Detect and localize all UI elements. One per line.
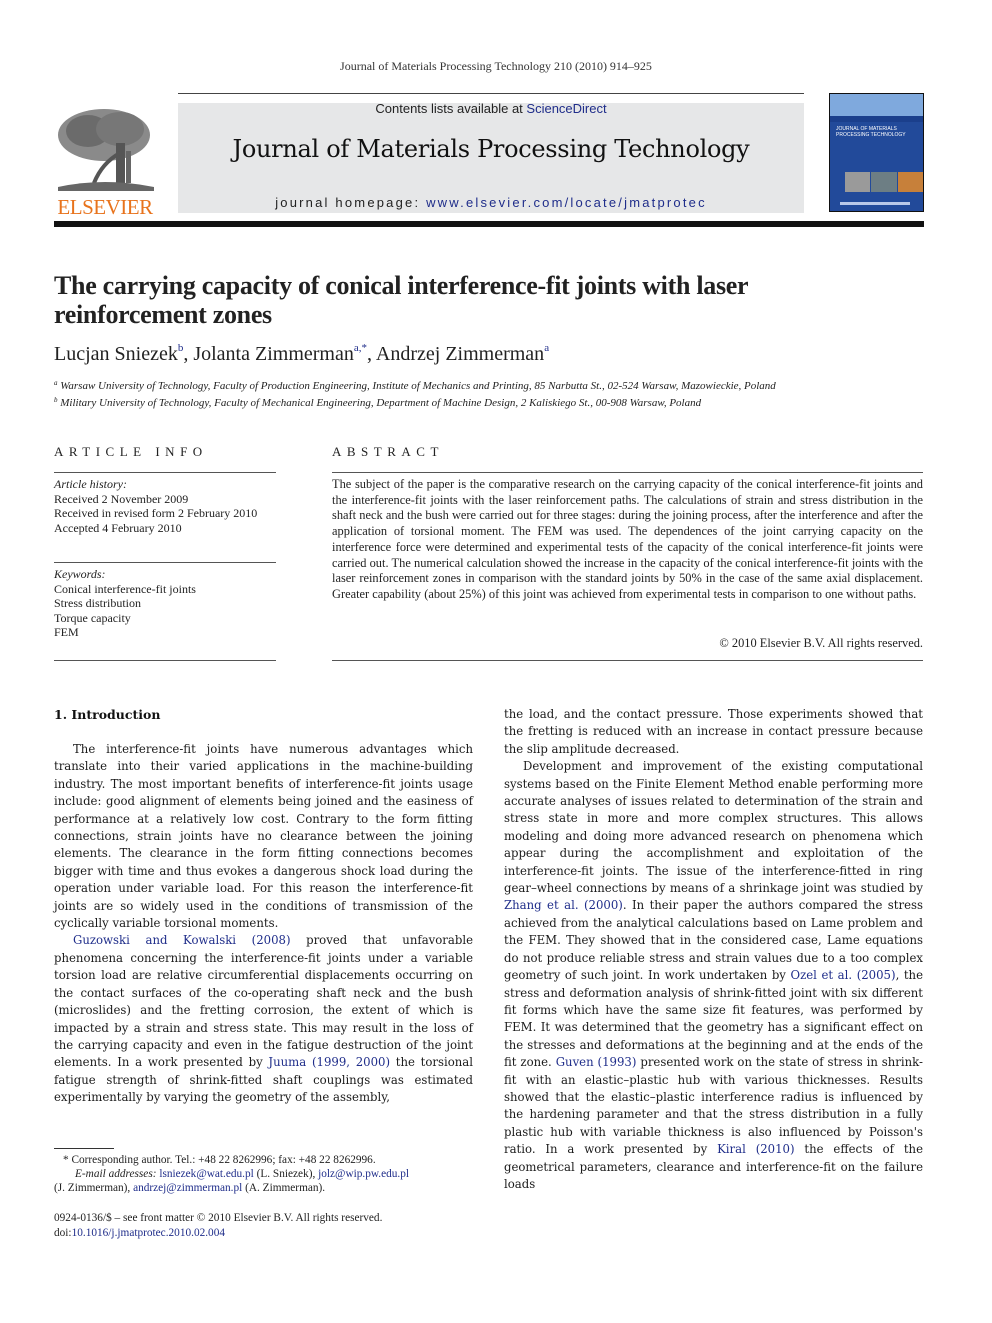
- history-item: Accepted 4 February 2010: [54, 520, 182, 535]
- cover-images: [845, 172, 923, 192]
- affiliation-text: Military University of Technology, Facul…: [60, 397, 702, 409]
- author-name: Jolanta Zimmerman: [193, 343, 354, 365]
- affiliation: a Warsaw University of Technology, Facul…: [54, 376, 776, 393]
- cover-title: JOURNAL OF MATERIALS PROCESSING TECHNOLO…: [830, 122, 923, 142]
- author-name: Lucjan Sniezek: [54, 343, 178, 365]
- abstract-text: The subject of the paper is the comparat…: [332, 477, 923, 601]
- homepage-prefix: journal homepage:: [275, 195, 427, 210]
- issn-line: 0924-0136/$ – see front matter © 2010 El…: [54, 1212, 383, 1224]
- author-list: Lucjan Sniezekb, Jolanta Zimmermana,*, A…: [54, 342, 550, 365]
- elsevier-logo[interactable]: ELSEVIER: [54, 103, 156, 219]
- history-item: Received in revised form 2 February 2010: [54, 506, 258, 520]
- paragraph: Development and improvement of the exist…: [504, 758, 923, 1193]
- section-heading-introduction: 1. Introduction: [54, 707, 161, 722]
- cover-header-band: [830, 94, 923, 116]
- email-owner: (L. Sniezek),: [253, 1168, 319, 1181]
- front-matter: 0924-0136/$ – see front matter © 2010 El…: [54, 1211, 382, 1241]
- paragraph-text: proved that unfavorable phenomena concer…: [54, 933, 473, 1070]
- homepage-line: journal homepage: www.elsevier.com/locat…: [178, 195, 804, 210]
- divider: [54, 562, 276, 563]
- journal-homepage-link[interactable]: www.elsevier.com/locate/jmatprotec: [426, 195, 707, 210]
- affiliation-mark: b: [54, 396, 58, 404]
- affiliations: a Warsaw University of Technology, Facul…: [54, 376, 776, 410]
- email-owner: (A. Zimmerman).: [242, 1182, 326, 1195]
- journal-name: Journal of Materials Processing Technolo…: [232, 135, 750, 163]
- abstract-heading: ABSTRACT: [332, 444, 444, 459]
- paragraph-text: , the stress and deformation analysis of…: [504, 968, 924, 1070]
- journal-cover-thumbnail[interactable]: JOURNAL OF MATERIALS PROCESSING TECHNOLO…: [829, 93, 924, 212]
- affiliation-marker[interactable]: a: [544, 342, 549, 354]
- masthead-thick-rule: [54, 221, 924, 227]
- keywords-label: Keywords:: [54, 567, 106, 581]
- keywords: Keywords: Conical interference-fit joint…: [54, 567, 196, 640]
- keyword: Conical interference-fit joints: [54, 581, 196, 596]
- doi-line: doi:10.1016/j.jmatprotec.2010.02.004: [54, 1226, 382, 1241]
- citation-link[interactable]: Juuma (1999, 2000): [268, 1055, 390, 1069]
- citation-link[interactable]: Guzowski and Kowalski (2008): [73, 933, 291, 947]
- email-link[interactable]: andrzej@zimmerman.pl: [133, 1182, 242, 1194]
- article-title: The carrying capacity of conical interfe…: [54, 271, 748, 329]
- email-line: E-mail addresses: lsniezek@wat.edu.pl (L…: [54, 1167, 474, 1181]
- keyword: Stress distribution: [54, 596, 142, 610]
- cover-footer: [840, 202, 910, 205]
- elsevier-tree-icon: [58, 109, 154, 191]
- keyword: Torque capacity: [54, 610, 131, 625]
- affiliation-text: Warsaw University of Technology, Faculty…: [60, 380, 776, 392]
- body-column-left: The interference-fit joints have numerou…: [54, 741, 473, 1107]
- footnote-rule: [54, 1148, 114, 1149]
- masthead-rule: [178, 93, 804, 94]
- divider: [54, 660, 276, 661]
- body-column-right: the load, and the contact pressure. Thos…: [504, 706, 923, 1193]
- doi-link[interactable]: 10.1016/j.jmatprotec.2010.02.004: [72, 1227, 225, 1239]
- paragraph-text: Development and improvement of the exist…: [504, 759, 923, 896]
- divider: [332, 660, 923, 661]
- affiliation-marker[interactable]: a,*: [354, 342, 367, 354]
- keyword: FEM: [54, 625, 79, 639]
- email-link[interactable]: jolz@wip.pw.edu.pl: [318, 1168, 409, 1180]
- email-owner: (J. Zimmerman),: [54, 1182, 134, 1195]
- paragraph-text: presented work on the state of stress in…: [504, 1055, 923, 1157]
- paragraph: the load, and the contact pressure. Thos…: [504, 707, 923, 756]
- article-history: Article history: Received 2 November 200…: [54, 477, 257, 535]
- running-head: Journal of Materials Processing Technolo…: [340, 59, 652, 73]
- elsevier-wordmark: ELSEVIER: [57, 195, 153, 219]
- paragraph: Guzowski and Kowalski (2008) proved that…: [54, 932, 473, 1106]
- contents-prefix: Contents lists available at: [375, 101, 527, 116]
- email-label: E-mail addresses:: [75, 1168, 157, 1181]
- affiliation-marker[interactable]: b: [178, 342, 184, 354]
- affiliation: b Military University of Technology, Fac…: [54, 393, 776, 410]
- citation-link[interactable]: Guven (1993): [556, 1055, 637, 1069]
- author-name: Andrzej Zimmerman: [375, 343, 545, 365]
- doi-prefix: doi:: [54, 1226, 72, 1239]
- abstract-copyright: © 2010 Elsevier B.V. All rights reserved…: [719, 636, 923, 650]
- email-line: (J. Zimmerman), andrzej@zimmerman.pl (A.…: [54, 1181, 474, 1195]
- corresponding-author-note: * Corresponding author. Tel.: +48 22 826…: [63, 1154, 376, 1166]
- history-item: Received 2 November 2009: [54, 491, 189, 506]
- affiliation-mark: a: [54, 379, 58, 387]
- divider: [332, 472, 923, 473]
- history-label: Article history:: [54, 477, 127, 491]
- citation-link[interactable]: Ozel et al. (2005): [791, 968, 896, 982]
- contents-line: Contents lists available at ScienceDirec…: [178, 101, 804, 116]
- email-link[interactable]: lsniezek@wat.edu.pl: [159, 1168, 253, 1180]
- cover-title-line: PROCESSING TECHNOLOGY: [836, 132, 906, 138]
- paragraph: The interference-fit joints have numerou…: [54, 742, 473, 931]
- divider: [54, 472, 276, 473]
- citation-link[interactable]: Kiral (2010): [717, 1142, 794, 1156]
- footnote-corresponding: * Corresponding author. Tel.: +48 22 826…: [54, 1153, 474, 1196]
- citation-link[interactable]: Zhang et al. (2000): [504, 898, 623, 912]
- article-info-heading: ARTICLE INFO: [54, 444, 208, 459]
- sciencedirect-link[interactable]: ScienceDirect: [526, 101, 606, 116]
